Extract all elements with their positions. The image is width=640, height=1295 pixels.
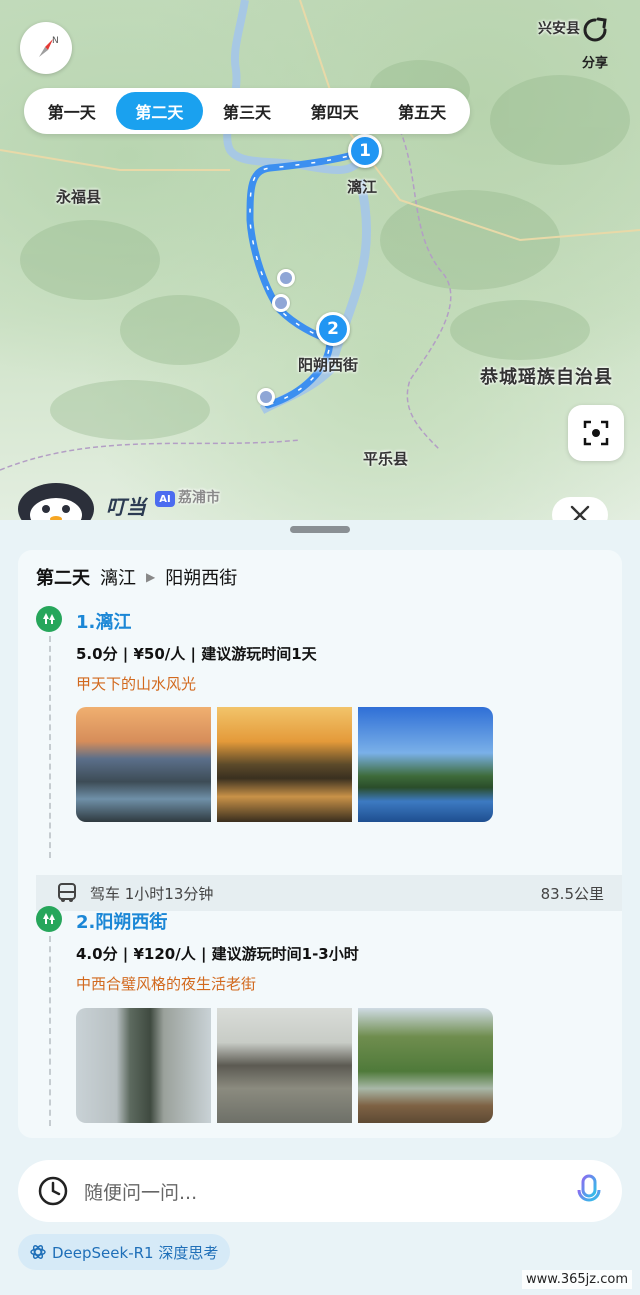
map-pin-2[interactable]: 2 [316,312,350,352]
map-pin-1[interactable]: 1 [348,134,382,174]
map-label-gongcheng: 恭城瑶族自治县 [480,367,613,388]
map-label-yongfu: 永福县 [56,188,102,206]
tab-day-2[interactable]: 第二天 [115,92,204,130]
route-to: 阳朔西街 [165,568,238,589]
ask-placeholder: 随便问一问... [84,1181,198,1204]
poi-meta: 5.0分 | ¥50/人 | 建议游玩时间1天 [76,645,317,663]
map-waypoint-dot[interactable] [277,269,295,287]
pin-number: 1 [348,134,382,168]
sheet-grabber[interactable] [290,526,350,533]
route-from: 漓江 [100,568,136,589]
poi-name[interactable]: 1.漓江 [76,608,131,634]
drive-duration: 驾车 1小时13分钟 [90,884,214,903]
compass-icon: N [39,36,59,57]
tab-day-5[interactable]: 第五天 [378,92,466,130]
tab-day-4[interactable]: 第四天 [291,92,379,130]
timeline-line [49,936,51,1126]
map-waypoint-dot[interactable] [257,388,275,406]
itinerary-card: 第二天 漓江 ▶ 阳朔西街 1.漓江 5.0分 | ¥50/人 | 建议游玩时间… [18,550,622,1138]
drive-distance: 83.5公里 [540,884,604,903]
recenter-button[interactable] [568,405,624,461]
drive-segment[interactable]: 驾车 1小时13分钟 83.5公里 [36,875,622,911]
poi-photos[interactable] [76,707,493,822]
clock-icon[interactable] [36,1174,70,1208]
poi-desc: 甲天下的山水风光 [76,675,197,693]
route-arrow-icon: ▶ [146,570,156,584]
map-label-yangshuo: 阳朔西街 [298,356,359,374]
tree-icon [36,906,62,932]
assistant-name: 叮当 [106,495,146,519]
photo-canal-town[interactable] [217,1008,352,1123]
map-view[interactable]: 兴安县 永福县 漓江 阳朔西街 恭城瑶族自治县 平乐县 荔浦市 1 2 N 分享… [0,0,640,520]
poi-name[interactable]: 2.阳朔西街 [76,908,167,934]
tab-day-3[interactable]: 第三天 [203,92,291,130]
map-terrain [0,0,640,471]
ask-input[interactable]: 随便问一问... [18,1160,622,1222]
watermark: www.365jz.com [522,1270,632,1289]
route-day: 第二天 [36,568,90,589]
photo-karst-river[interactable] [358,707,493,822]
pin-number: 2 [316,312,350,346]
poi-photos[interactable] [76,1008,493,1123]
tree-icon [36,606,62,632]
microphone-icon[interactable] [576,1174,602,1208]
ai-badge: AI [155,491,175,507]
day-tabs: 第一天 第二天 第三天 第四天 第五天 [24,88,470,134]
compass-button[interactable]: N [20,22,72,74]
bottom-sheet: 第二天 漓江 ▶ 阳朔西街 1.漓江 5.0分 | ¥50/人 | 建议游玩时间… [0,520,640,1295]
poi-meta: 4.0分 | ¥120/人 | 建议游玩时间1-3小时 [76,945,359,963]
share-icon [583,17,607,42]
poi-desc: 中西合璧风格的夜生活老街 [76,975,257,993]
photo-stone-monument[interactable] [76,1008,211,1123]
bus-icon [58,883,76,902]
map-label-lijiang: 漓江 [347,178,378,196]
photo-waterfall-garden[interactable] [358,1008,493,1123]
map-waypoint-dot[interactable] [272,294,290,312]
atom-icon [30,1245,46,1259]
photo-karst-golden[interactable] [217,707,352,822]
model-label: DeepSeek-R1 深度思考 [52,1243,219,1262]
svg-text:N: N [52,36,59,46]
tab-day-1[interactable]: 第一天 [28,92,116,130]
model-toggle[interactable]: DeepSeek-R1 深度思考 [18,1234,231,1270]
photo-karst-sunset[interactable] [76,707,211,822]
share-label: 分享 [581,56,608,71]
route-title: 第二天 漓江 ▶ 阳朔西街 [36,564,237,590]
share-button[interactable]: 分享 [572,14,618,72]
scan-focus-icon [583,420,609,446]
timeline-line [49,636,51,858]
